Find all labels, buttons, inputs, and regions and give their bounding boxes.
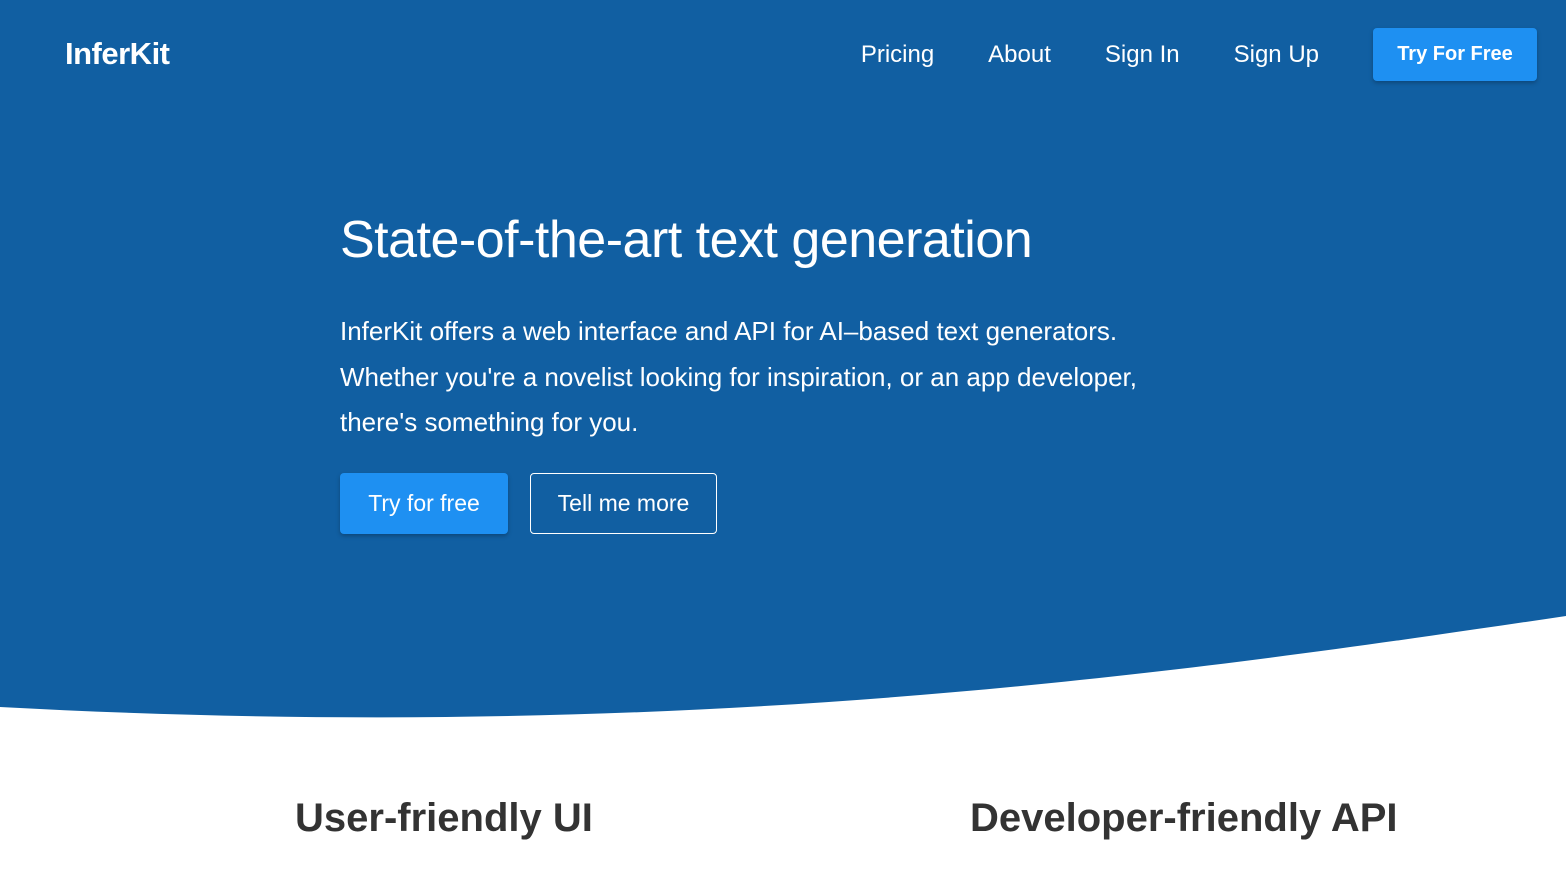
tell-me-more-button[interactable]: Tell me more (530, 473, 717, 534)
hero-description-line: there's something for you. (340, 407, 639, 437)
feature-api-heading: Developer-friendly API (970, 796, 1398, 840)
hero-description-line: InferKit offers a web interface and API … (340, 316, 1118, 346)
feature-ui-heading: User-friendly UI (295, 796, 593, 840)
brand-logo[interactable]: InferKit (65, 36, 170, 72)
hero-title: State-of-the-art text generation (340, 211, 1033, 269)
landing-page: InferKit Pricing About Sign In Sign Up T… (0, 0, 1566, 879)
hero-description: InferKit offers a web interface and API … (340, 309, 1240, 446)
nav-pricing-link[interactable]: Pricing (861, 41, 934, 69)
nav-try-for-free-button[interactable]: Try For Free (1373, 28, 1537, 81)
top-nav: Pricing About Sign In Sign Up Try For Fr… (861, 28, 1537, 81)
hero-description-line: Whether you're a novelist looking for in… (340, 361, 1137, 392)
nav-sign-up-link[interactable]: Sign Up (1234, 41, 1319, 69)
nav-about-link[interactable]: About (988, 41, 1051, 69)
nav-sign-in-link[interactable]: Sign In (1105, 41, 1180, 69)
try-for-free-button[interactable]: Try for free (340, 473, 508, 534)
